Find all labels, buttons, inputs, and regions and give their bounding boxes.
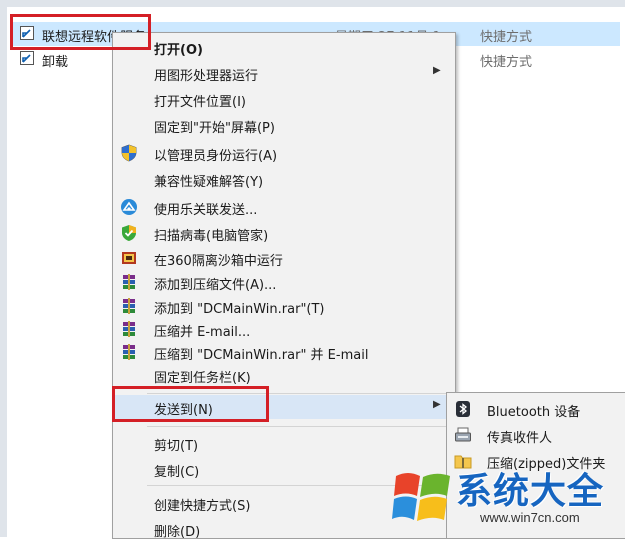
menu-separator xyxy=(147,426,447,427)
menu-item-label: 剪切(T) xyxy=(154,439,199,454)
menu-item-label: 打开文件位置(I) xyxy=(154,95,246,110)
menu-item-compat-troubleshoot[interactable]: 兼容性疑难解答(Y) xyxy=(113,167,455,191)
watermark-title: 系统大全 xyxy=(456,471,605,512)
share-icon xyxy=(121,199,137,215)
menu-item-label: 压缩到 "DCMainWin.rar" 并 E-mail xyxy=(154,348,369,363)
menu-item-label: 在360隔离沙箱中运行 xyxy=(154,254,283,269)
shortcut-icon xyxy=(20,51,34,65)
menu-item-label: 复制(C) xyxy=(154,465,200,480)
menu-item-label: 打开(O) xyxy=(154,43,203,58)
submenu-item-bluetooth[interactable]: Bluetooth 设备 xyxy=(447,396,625,422)
highlight-box-file xyxy=(10,14,151,50)
menu-item-360-sandbox[interactable]: 在360隔离沙箱中运行 xyxy=(113,246,455,270)
file-type: 快捷方式 xyxy=(480,30,533,45)
bluetooth-icon xyxy=(456,401,470,417)
winrar-icon xyxy=(123,298,135,314)
windows-logo-icon xyxy=(392,473,450,521)
menu-item-open[interactable]: 打开(O) xyxy=(113,35,455,59)
fax-icon xyxy=(455,427,471,442)
menu-item-open-file-location[interactable]: 打开文件位置(I) xyxy=(113,87,455,111)
menu-item-pin-to-taskbar[interactable]: 固定到任务栏(K) xyxy=(113,363,455,387)
menu-item-label: 用图形处理器运行 xyxy=(154,69,259,84)
menu-item-label: 使用乐关联发送... xyxy=(154,203,258,218)
watermark-logo: 系统大全 www.win7cn.com xyxy=(392,460,625,537)
submenu-item-label: 传真收件人 xyxy=(487,431,553,446)
submenu-arrow-icon: ▶ xyxy=(433,65,441,76)
menu-item-label: 添加到压缩文件(A)... xyxy=(154,278,277,293)
sandbox-icon xyxy=(122,252,136,264)
file-type: 快捷方式 xyxy=(480,55,533,70)
menu-item-label: 固定到"开始"屏幕(P) xyxy=(154,121,275,136)
menu-item-compress-email[interactable]: 压缩并 E-mail... xyxy=(113,317,455,341)
menu-item-pin-to-start[interactable]: 固定到"开始"屏幕(P) xyxy=(113,113,455,137)
menu-item-lenovo-share[interactable]: 使用乐关联发送... xyxy=(113,195,455,219)
menu-item-run-as-admin[interactable]: 以管理员身份运行(A) xyxy=(113,141,455,165)
highlight-box-send-to xyxy=(112,386,269,422)
menu-item-label: 扫描病毒(电脑管家) xyxy=(154,229,269,244)
menu-item-label: 删除(D) xyxy=(154,525,201,539)
menu-item-run-with-gpu[interactable]: 用图形处理器运行 ▶ xyxy=(113,61,455,85)
menu-item-cut[interactable]: 剪切(T) xyxy=(113,431,455,455)
menu-item-label: 压缩并 E-mail... xyxy=(154,325,251,340)
winrar-icon xyxy=(123,274,135,290)
menu-item-compress-rar-email[interactable]: 压缩到 "DCMainWin.rar" 并 E-mail xyxy=(113,340,455,364)
shield-icon xyxy=(121,144,137,162)
menu-item-label: 创建快捷方式(S) xyxy=(154,499,251,514)
submenu-item-label: Bluetooth 设备 xyxy=(487,405,581,420)
antivirus-icon xyxy=(122,225,136,241)
winrar-icon xyxy=(123,321,135,337)
menu-item-label: 兼容性疑难解答(Y) xyxy=(154,175,264,190)
submenu-arrow-icon: ▶ xyxy=(433,399,441,410)
window-frame-left xyxy=(0,0,7,537)
file-name: 卸载 xyxy=(42,55,69,70)
winrar-icon xyxy=(123,344,135,360)
menu-item-label: 固定到任务栏(K) xyxy=(154,371,251,386)
window-frame-top xyxy=(0,0,625,7)
menu-item-label: 以管理员身份运行(A) xyxy=(154,149,278,164)
menu-item-add-to-archive[interactable]: 添加到压缩文件(A)... xyxy=(113,270,455,294)
submenu-item-fax[interactable]: 传真收件人 xyxy=(447,422,625,448)
menu-item-label: 添加到 "DCMainWin.rar"(T) xyxy=(154,302,325,317)
watermark-url: www.win7cn.com xyxy=(480,510,580,525)
menu-item-add-to-rar[interactable]: 添加到 "DCMainWin.rar"(T) xyxy=(113,294,455,318)
menu-item-scan-virus[interactable]: 扫描病毒(电脑管家) xyxy=(113,221,455,245)
